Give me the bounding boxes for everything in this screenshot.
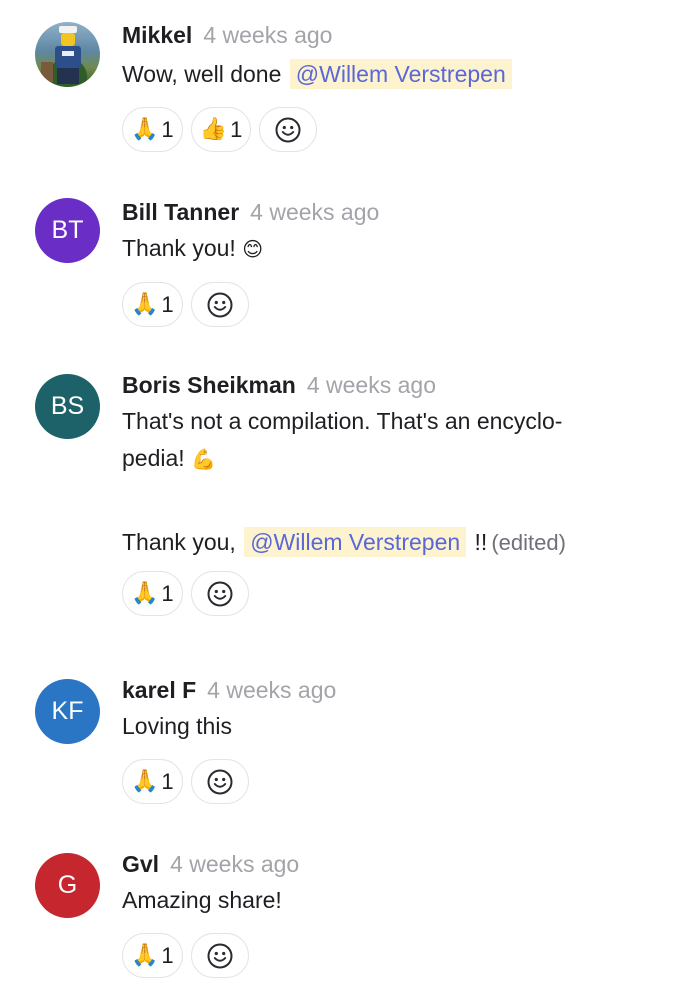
avatar-boris-sheikman[interactable]: BS — [35, 374, 100, 439]
comment-text-prefix: Wow, well done — [122, 61, 288, 87]
pray-icon: 🙏 — [131, 943, 159, 968]
flexed-biceps-icon: 💪 — [191, 447, 216, 471]
smiling-face-icon: 😊 — [242, 237, 264, 261]
comment-author[interactable]: Gvl — [122, 851, 159, 878]
reaction-count: 1 — [161, 116, 174, 142]
pray-icon: 🙏 — [131, 769, 159, 794]
comment-author[interactable]: karel F — [122, 677, 196, 704]
reaction-pray-button[interactable]: 🙏 1 — [122, 933, 183, 978]
add-reaction-button[interactable] — [190, 759, 249, 804]
user-mention[interactable]: @Willem Verstrepen — [244, 527, 467, 557]
reaction-pray-button[interactable]: 🙏 1 — [122, 759, 183, 804]
comment-text-body: Thank you! — [122, 235, 243, 261]
add-reaction-button[interactable] — [190, 571, 249, 616]
smiley-icon — [207, 769, 233, 794]
comment-author[interactable]: Mikkel — [122, 22, 192, 49]
comment-feed: Mikkel 4 weeks ago Wow, well done @Wille… — [0, 0, 682, 992]
reaction-count: 1 — [230, 116, 243, 142]
comment-author[interactable]: Bill Tanner — [122, 199, 239, 226]
comment-text-suffix: !! — [468, 529, 488, 555]
reaction-count: 1 — [161, 291, 174, 317]
comment-text-body: Loving this — [122, 713, 232, 739]
comment-text: Wow, well done @Willem Verstrepen — [122, 56, 662, 93]
edited-label: (edited) — [491, 530, 566, 555]
comment-text-line: pedia! — [122, 445, 192, 471]
reaction-count: 1 — [161, 942, 174, 968]
add-reaction-button[interactable] — [190, 933, 249, 978]
reaction-bar: 🙏 1 — [122, 282, 662, 327]
pray-icon: 🙏 — [131, 292, 159, 317]
thumbs-up-icon: 👍 — [199, 117, 228, 142]
reaction-bar: 🙏 1 — [122, 759, 662, 804]
avatar-initials: G — [57, 871, 78, 899]
reaction-count: 1 — [161, 580, 174, 606]
avatar-bill-tanner[interactable]: BT — [35, 198, 100, 263]
avatar-karel-f[interactable]: KF — [35, 679, 100, 744]
pray-icon: 🙏 — [131, 581, 159, 606]
avatar-mikkel[interactable] — [35, 22, 100, 87]
smiley-icon — [207, 943, 233, 968]
reaction-bar: 🙏 1 — [122, 933, 662, 978]
comment-timestamp[interactable]: 4 weeks ago — [170, 851, 299, 878]
smiley-icon — [207, 581, 233, 606]
user-mention[interactable]: @Willem Verstrepen — [289, 59, 512, 89]
comment-timestamp[interactable]: 4 weeks ago — [250, 199, 379, 226]
avatar-initials: KF — [51, 697, 84, 725]
comment-text: Thank you! 😊 — [122, 230, 662, 268]
comment-timestamp[interactable]: 4 weeks ago — [207, 677, 336, 704]
avatar-initials: BT — [51, 216, 84, 244]
comment-timestamp[interactable]: 4 weeks ago — [203, 22, 332, 49]
add-reaction-button[interactable] — [259, 107, 318, 152]
smiley-icon — [275, 117, 301, 142]
reaction-bar: 🙏 1 — [122, 571, 662, 616]
avatar-initials: BS — [50, 392, 85, 420]
comment-text: Amazing share! — [122, 882, 662, 919]
comment-text-line: Thank you, — [122, 529, 243, 555]
comment-author[interactable]: Boris Sheikman — [122, 372, 296, 399]
reaction-bar: 🙏 1 👍 1 — [122, 107, 662, 152]
avatar-gvl[interactable]: G — [35, 853, 100, 918]
add-reaction-button[interactable] — [190, 282, 249, 327]
comment-text-line: That's not a compilation. That's an ency… — [122, 408, 563, 434]
comment-text-body: Amazing share! — [122, 887, 282, 913]
reaction-thumbs-up-button[interactable]: 👍 1 — [190, 107, 252, 152]
comment-timestamp[interactable]: 4 weeks ago — [307, 372, 436, 399]
reaction-pray-button[interactable]: 🙏 1 — [122, 282, 183, 327]
reaction-pray-button[interactable]: 🙏 1 — [122, 571, 183, 616]
pray-icon: 🙏 — [131, 117, 159, 142]
comment-text: Loving this — [122, 708, 662, 745]
lego-figure-photo — [41, 26, 81, 84]
smiley-icon — [207, 292, 233, 317]
reaction-pray-button[interactable]: 🙏 1 — [122, 107, 183, 152]
comment-text: That's not a compilation. That's an ency… — [122, 403, 662, 561]
reaction-count: 1 — [161, 768, 174, 794]
